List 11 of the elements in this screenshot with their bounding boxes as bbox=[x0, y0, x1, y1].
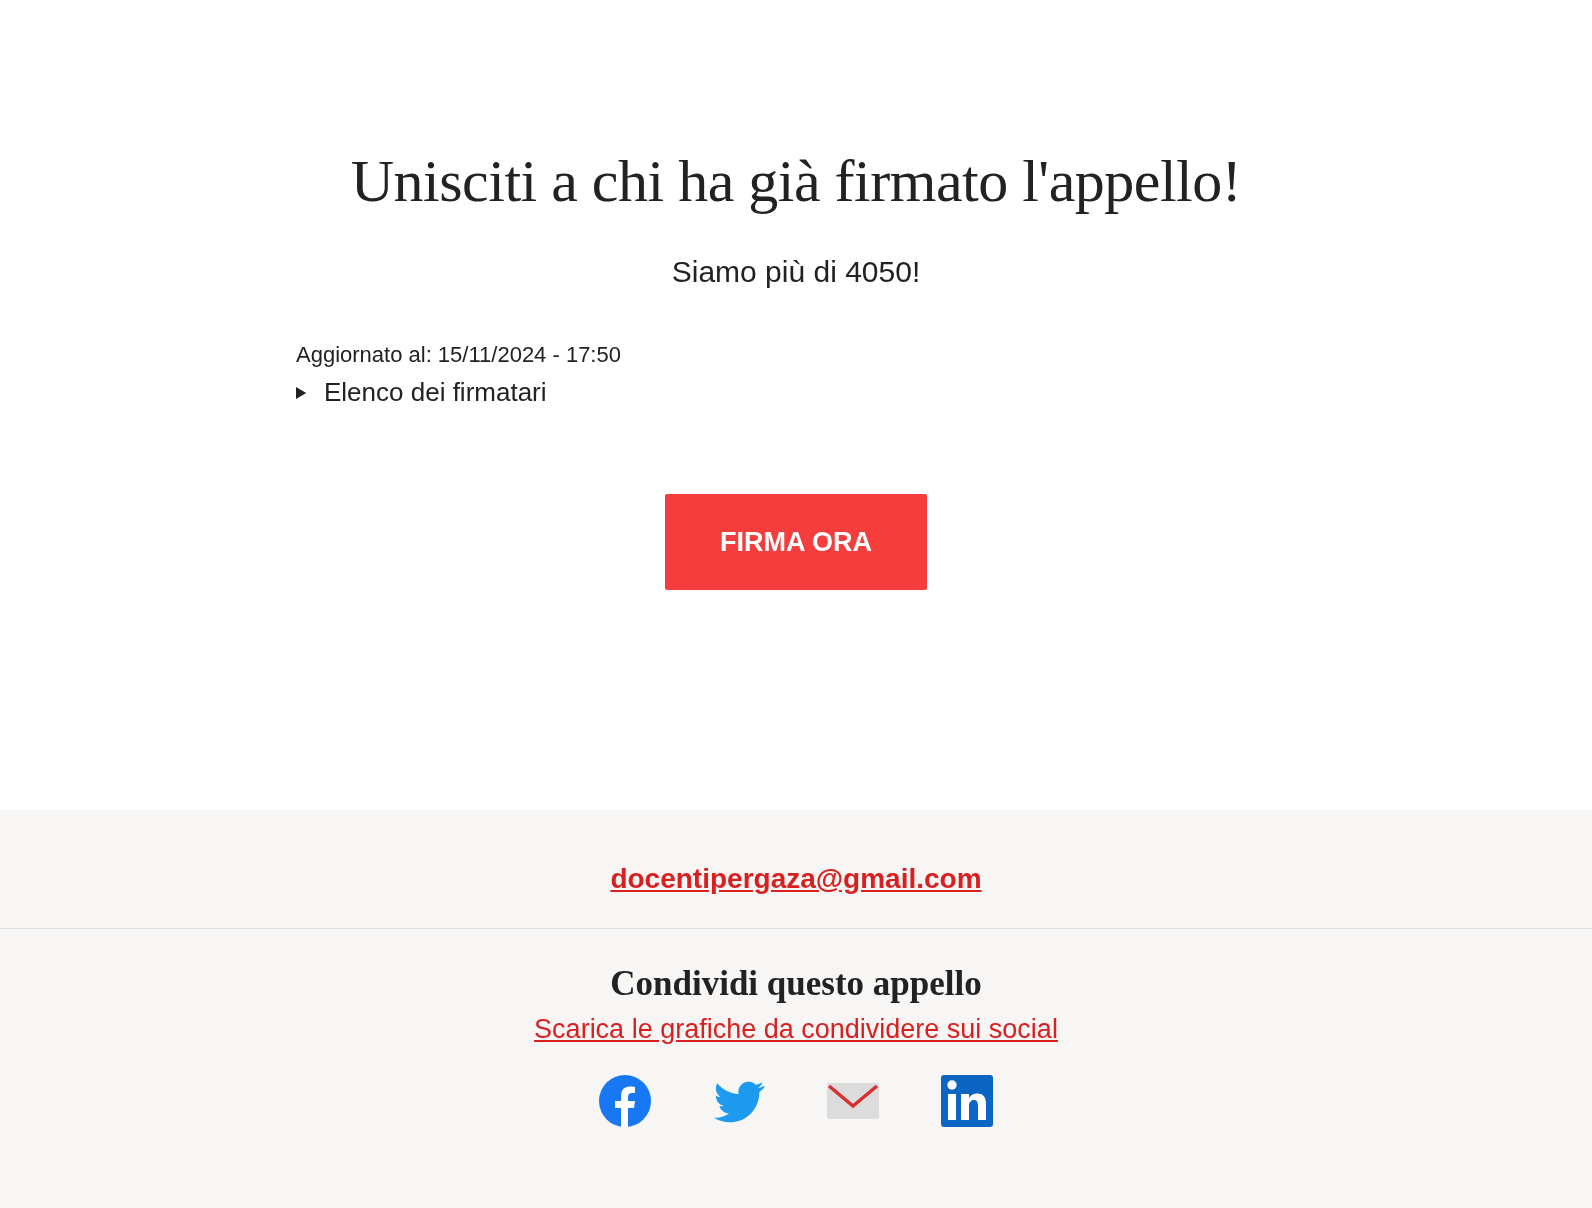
linkedin-icon[interactable] bbox=[940, 1073, 994, 1128]
signers-list-toggle[interactable]: Elenco dei firmatari bbox=[296, 373, 547, 412]
sign-now-button[interactable]: FIRMA ORA bbox=[665, 494, 927, 590]
updated-date: Aggiornato al: 15/11/2024 - 17:50 bbox=[296, 341, 621, 369]
signature-count: Siamo più di 4050! bbox=[671, 254, 921, 290]
download-graphics-link[interactable]: Scarica le grafiche da condividere sui social bbox=[534, 1014, 1058, 1044]
email-link[interactable]: docentipergaza@gmail.com bbox=[610, 863, 982, 894]
share-heading: Condividi questo appello bbox=[609, 963, 983, 1005]
page-heading: Unisciti a chi ha già firmato l'appello! bbox=[349, 147, 1243, 216]
facebook-icon[interactable] bbox=[598, 1073, 652, 1128]
disclosure-triangle-icon bbox=[296, 385, 308, 400]
